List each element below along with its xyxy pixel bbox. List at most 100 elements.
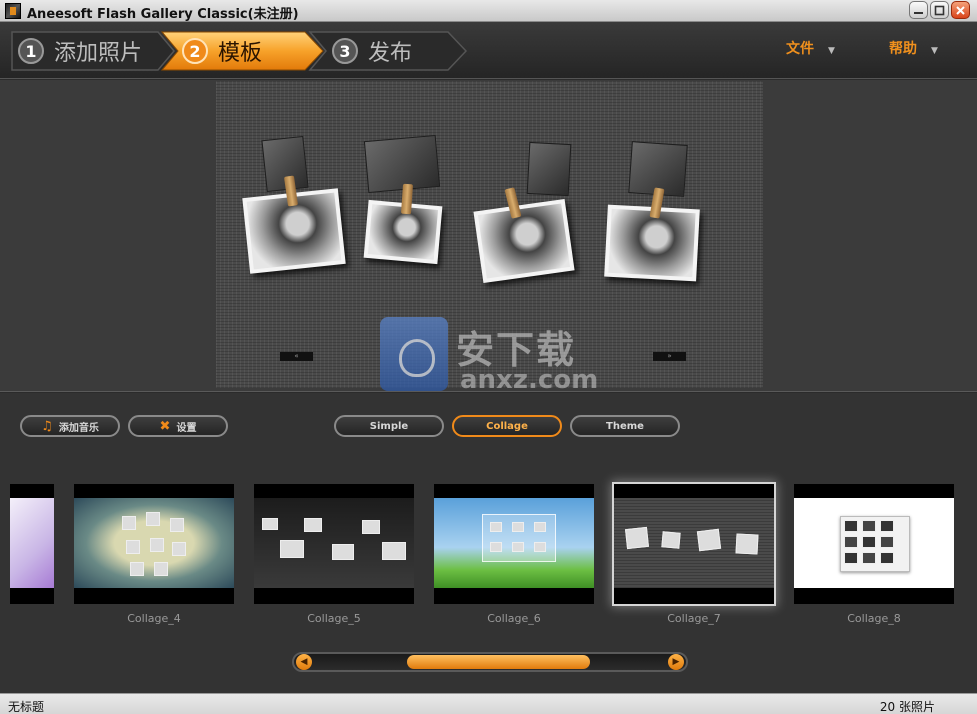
thumbnail-mini-photo	[862, 536, 876, 548]
menu-help-label: 帮助	[889, 41, 917, 57]
tab-collage[interactable]: Collage	[452, 415, 562, 437]
scroll-left-button[interactable]: ◀	[296, 654, 312, 670]
thumbnail-mini-photo	[735, 533, 759, 555]
thumbnail-mini-photo	[696, 528, 722, 552]
clothespin	[400, 183, 414, 215]
thumbnail-image	[614, 498, 774, 588]
tab-theme[interactable]: Theme	[570, 415, 680, 437]
thumbnail-mini-photo	[512, 522, 524, 532]
step-number: 3	[332, 38, 358, 64]
template-thumbnail[interactable]	[434, 484, 594, 604]
thumbnail-mini-photo	[154, 562, 168, 576]
photo-image	[608, 208, 696, 278]
template-thumbnail-selected[interactable]	[614, 484, 774, 604]
shield-icon	[380, 317, 448, 391]
template-thumbnail[interactable]	[794, 484, 954, 604]
thumbnail-mini-photo	[170, 518, 184, 532]
music-note-icon: ♫	[41, 418, 53, 434]
thumbnail-image	[794, 498, 954, 588]
thumbnail-mini-photo	[172, 542, 186, 556]
add-music-button[interactable]: ♫ 添加音乐	[20, 415, 120, 437]
thumbnail-mini-photo	[150, 538, 164, 552]
photo-image	[477, 203, 571, 279]
thumbnail-mini-photo	[262, 518, 278, 530]
thumbnail-mini-photo	[862, 552, 876, 564]
step-number: 1	[18, 38, 44, 64]
tab-simple[interactable]: Simple	[334, 415, 444, 437]
maximize-icon	[934, 5, 945, 16]
thumbnail-mini-photo	[844, 536, 858, 548]
close-button[interactable]	[951, 1, 970, 19]
status-project-name: 无标题	[8, 700, 45, 714]
chevron-down-icon: ▼	[931, 46, 938, 56]
step-add-photos[interactable]: 1 添加照片	[8, 30, 178, 72]
thumbnail-mini-photo	[122, 516, 136, 530]
chevron-down-icon: ▼	[828, 46, 835, 56]
thumbnail-mini-photo	[880, 520, 894, 532]
watermark-subtext: anxz.com	[460, 365, 599, 395]
thumbnail-mini-photo	[880, 552, 894, 564]
thumbnail-mini-photo	[382, 542, 406, 560]
thumbnail-mini-photo	[534, 542, 546, 552]
minimize-icon	[914, 12, 923, 14]
scrollbar-thumb[interactable]	[407, 655, 590, 669]
wizard-header: 1 添加照片 2 模板 3 发布 文件 ▼ 帮助 ▼	[0, 22, 977, 79]
thumbnail-mini-photo	[362, 520, 380, 534]
watermark: 安下载 anxz.com	[380, 317, 599, 395]
thumbnail-mini-photo	[130, 562, 144, 576]
template-thumbnail-partial[interactable]	[10, 484, 54, 604]
menu-file-label: 文件	[786, 41, 814, 57]
thumbnail-mini-photo	[280, 540, 304, 558]
add-music-label: 添加音乐	[58, 422, 99, 434]
thumbnail-mini-photo	[880, 536, 894, 548]
thumbnail-label: Collage_8	[847, 612, 901, 625]
step-label: 添加照片	[54, 41, 143, 66]
step-number: 2	[182, 38, 208, 64]
template-thumbnail[interactable]	[254, 484, 414, 604]
thumbnail-image	[10, 498, 54, 588]
thumbnail-mini-photo	[146, 512, 160, 526]
thumbnail-image	[434, 498, 594, 588]
thumbnail-image	[74, 498, 234, 588]
step-template[interactable]: 2 模板	[160, 30, 330, 72]
thumbnail-mini-photo	[490, 542, 502, 552]
menu-help[interactable]: 帮助 ▼	[889, 38, 938, 58]
thumbnail-mini-photo	[625, 526, 649, 550]
step-label: 模板	[218, 41, 263, 66]
minimize-button[interactable]	[909, 1, 928, 19]
step-label: 发布	[368, 41, 413, 66]
status-bar: 无标题 20 张照片	[0, 693, 977, 714]
thumbnail-mini-photo	[304, 518, 322, 532]
thumbnail-label: Collage_7	[667, 612, 721, 625]
preview-next-button[interactable]: »	[653, 352, 686, 361]
window-title: Aneesoft Flash Gallery Classic(未注册)	[27, 7, 299, 22]
thumbnail-mini-photo	[844, 552, 858, 564]
background-photo	[526, 141, 572, 197]
close-icon	[956, 6, 965, 15]
thumbnail-mini-photo	[844, 520, 858, 532]
title-bar: Aneesoft Flash Gallery Classic(未注册)	[0, 0, 977, 22]
menu-file[interactable]: 文件 ▼	[786, 38, 835, 58]
thumbnail-image	[254, 498, 414, 588]
thumbnail-mini-photo	[661, 531, 681, 549]
app-icon	[5, 3, 21, 19]
scroll-right-button[interactable]: ▶	[668, 654, 684, 670]
gallery-photo	[473, 198, 575, 284]
thumbnail-label: Collage_5	[307, 612, 361, 625]
template-thumbnail[interactable]	[74, 484, 234, 604]
status-photo-count: 20 张照片	[879, 700, 935, 714]
thumbnail-mini-photo	[126, 540, 140, 554]
arrow-left-icon: ◀	[300, 657, 308, 667]
thumbnail-label: Collage_4	[127, 612, 181, 625]
thumbnail-mini-photo	[490, 522, 502, 532]
thumbnail-mini-photo	[534, 522, 546, 532]
thumbnail-mini-photo	[862, 520, 876, 532]
step-publish[interactable]: 3 发布	[308, 30, 472, 72]
maximize-button[interactable]	[930, 1, 949, 19]
preview-prev-button[interactable]: «	[280, 352, 313, 361]
thumbnail-label: Collage_6	[487, 612, 541, 625]
settings-label: 设置	[176, 422, 197, 434]
settings-button[interactable]: ✖ 设置	[128, 415, 228, 437]
thumbnail-scrollbar[interactable]: ◀ ▶	[292, 652, 688, 672]
tools-icon: ✖	[159, 418, 171, 434]
